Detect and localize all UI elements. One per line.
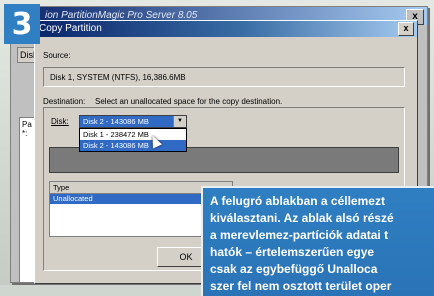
caption-line: szer fel nem osztott terület oper — [210, 279, 392, 293]
ok-button-label: OK — [179, 252, 193, 262]
disk-label: Disk: — [51, 117, 69, 126]
dialog-titlebar: Copy Partition x — [35, 21, 417, 37]
caption-line: csak az egybefüggő Unalloca — [210, 262, 378, 276]
magazine-caption: A felugró ablakban a céllemezt kiválaszt… — [201, 186, 434, 296]
disk-option-2[interactable]: Disk 2 - 143086 MB — [80, 140, 186, 151]
caption-line: kiválasztani. Az ablak alsó részé — [210, 211, 394, 225]
disk-select-value: Disk 2 - 143086 MB — [83, 117, 149, 126]
caption-line: a merevlemez-partíciók adatai t — [210, 228, 389, 242]
disk-option-1[interactable]: Disk 1 - 238472 MB — [80, 129, 186, 140]
disk-select-dropdown[interactable]: Disk 2 - 143086 MB ▼ — [79, 115, 187, 128]
source-partition-field: Disk 1, SYSTEM (NTFS), 16,386.6MB — [43, 67, 405, 87]
caption-line: A felugró ablakban a céllemezt — [210, 194, 385, 208]
disk-options-list: Disk 1 - 238472 MB Disk 2 - 143086 MB — [79, 128, 187, 152]
source-label: Source: — [43, 51, 71, 60]
dialog-close-icon[interactable]: x — [398, 22, 414, 36]
destination-hint: Select an unallocated space for the copy… — [95, 97, 283, 106]
step-number-badge: 3 — [4, 4, 40, 44]
destination-label: Destination: — [43, 97, 86, 106]
chevron-down-icon[interactable]: ▼ — [173, 116, 186, 127]
caption-line: hatók – értelemszerűen egye — [210, 245, 375, 259]
dialog-title: Copy Partition — [39, 23, 102, 34]
